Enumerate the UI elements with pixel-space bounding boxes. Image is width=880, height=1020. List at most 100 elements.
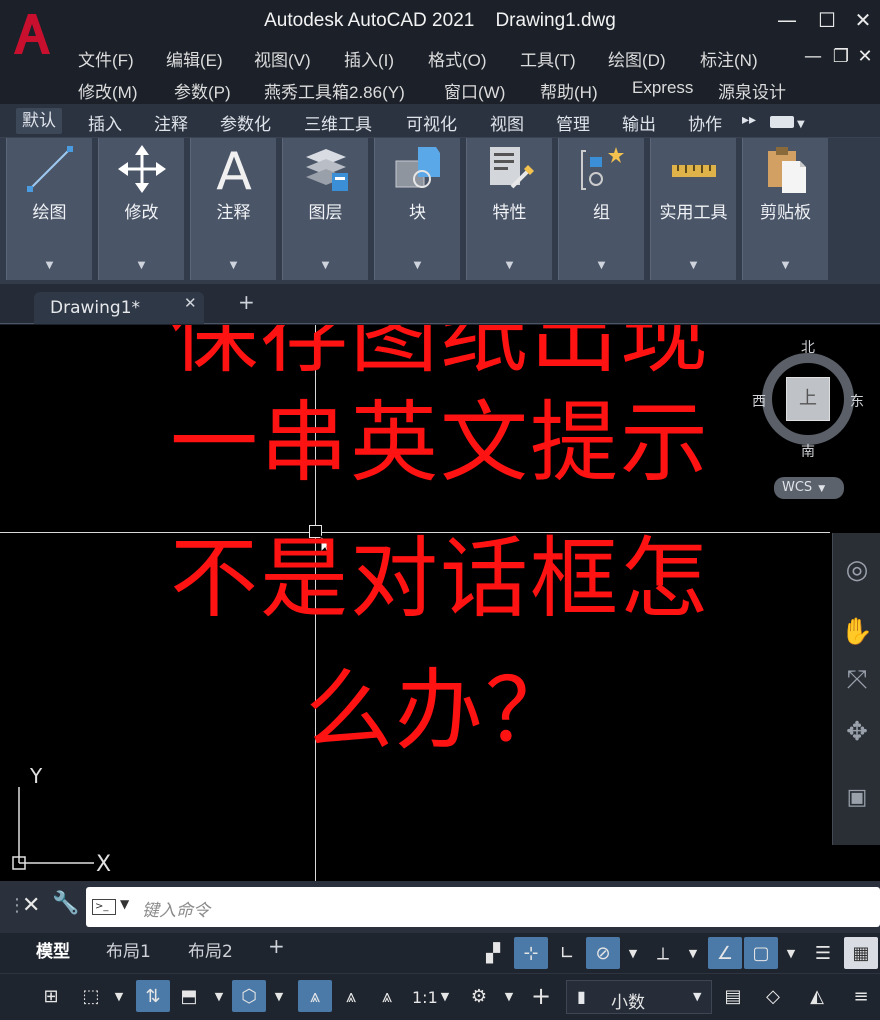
menu-draw[interactable]: 绘图(D) [608, 46, 666, 71]
chevron-down-icon[interactable]: ▼ [110, 980, 128, 1012]
chevron-down-icon[interactable]: ▼ [467, 260, 552, 271]
chevron-down-icon[interactable]: ▼ [624, 937, 642, 969]
layout-tab-layout1[interactable]: 布局1 [106, 937, 151, 962]
gizmo-icon[interactable]: ⬡ [232, 980, 266, 1012]
maximize-button[interactable]: ☐ [810, 8, 844, 32]
viewcube-top-face[interactable]: 上 [786, 377, 830, 421]
chevron-down-icon[interactable]: ▼ [684, 937, 702, 969]
panel-annotation[interactable]: A 注释 ▼ [190, 138, 276, 280]
panel-layers[interactable]: 图层 ▼ [282, 138, 368, 280]
polar-tracking-icon[interactable]: ∠ [708, 937, 742, 969]
menu-yanxiu-toolbox[interactable]: 燕秀工具箱2.86(Y) [264, 78, 405, 103]
viewcube-south[interactable]: 南 [801, 441, 815, 461]
menu-express[interactable]: Express [632, 78, 693, 98]
dynamic-input-icon[interactable]: ⊘ [586, 937, 620, 969]
close-icon[interactable]: ✕ [184, 294, 197, 312]
menu-edit[interactable]: 编辑(E) [166, 46, 223, 71]
viewcube-east[interactable]: 东 [850, 391, 864, 411]
units-selector[interactable]: ▮ 小数 ▼ [566, 980, 712, 1014]
command-input[interactable]: >_ ▼ 键入命令 [86, 887, 880, 927]
pan-icon[interactable]: ✋ [833, 617, 880, 647]
doc-minimize-button[interactable]: — [800, 46, 826, 67]
layout-tab-model[interactable]: 模型 [36, 937, 70, 962]
chevron-down-icon[interactable]: ▼ [782, 937, 800, 969]
panel-clipboard[interactable]: 剪贴板 ▼ [742, 138, 828, 280]
menu-window[interactable]: 窗口(W) [444, 78, 505, 103]
transparency-icon[interactable]: ▦ [844, 937, 878, 969]
doc-close-button[interactable]: ✕ [852, 46, 878, 67]
minimize-button[interactable]: — [770, 8, 804, 32]
chevron-down-icon[interactable]: ▼ [500, 980, 518, 1012]
panel-group[interactable]: 组 ▼ [558, 138, 644, 280]
object-snap-icon[interactable]: ▢ [744, 937, 778, 969]
model-space-icon[interactable]: ▞ [476, 937, 510, 969]
annotation-scale-icon[interactable]: ⩓ [370, 980, 404, 1012]
tab-3d-tools[interactable]: 三维工具 [304, 110, 372, 135]
chevron-down-icon[interactable]: ▼ [651, 260, 736, 271]
menu-format[interactable]: 格式(O) [428, 46, 487, 71]
doc-tab-drawing1[interactable]: Drawing1* [34, 292, 204, 324]
menu-help[interactable]: 帮助(H) [540, 78, 598, 103]
dynamic-ucs-icon[interactable]: ⇅ [136, 980, 170, 1012]
tab-parametric[interactable]: 参数化 [220, 110, 271, 135]
showmotion-icon[interactable]: ▣ [833, 785, 880, 810]
chevron-down-icon[interactable]: ▼ [120, 897, 129, 911]
annotation-visibility-icon[interactable]: ⩓ [298, 980, 332, 1012]
layout-tab-layout2[interactable]: 布局2 [188, 937, 233, 962]
chevron-down-icon[interactable]: ▼ [375, 260, 460, 271]
tab-visualize[interactable]: 可视化 [406, 110, 457, 135]
menu-view[interactable]: 视图(V) [254, 46, 311, 71]
auto-scale-icon[interactable]: ⩓ [334, 980, 368, 1012]
panel-block[interactable]: 块 ▼ [374, 138, 460, 280]
customization-menu-icon[interactable]: ≡ [844, 980, 878, 1012]
close-icon[interactable]: ✕ [22, 893, 40, 918]
menu-modify[interactable]: 修改(M) [78, 78, 137, 103]
ribbon-overflow-button[interactable]: ▸▸ [742, 112, 756, 128]
menu-dimension[interactable]: 标注(N) [700, 46, 758, 71]
tab-default[interactable]: 默认 [16, 108, 62, 134]
chevron-down-icon[interactable]: ▼ [191, 260, 276, 271]
tab-annotate[interactable]: 注释 [154, 110, 188, 135]
lineweight-icon[interactable]: ☰ [806, 937, 840, 969]
menu-file[interactable]: 文件(F) [78, 46, 134, 71]
graphics-performance-icon[interactable]: ◭ [800, 980, 834, 1012]
command-prompt-icon[interactable]: >_ [92, 899, 116, 915]
chevron-down-icon[interactable]: ▼ [436, 980, 454, 1012]
drawing-canvas[interactable]: 保存图纸出现 一串英文提示 不是对话框怎 么办？ 北 上 西 东 南 WCS ▼ … [0, 325, 880, 881]
tab-insert[interactable]: 插入 [88, 110, 122, 135]
zoom-extents-icon[interactable]: ⤧ [833, 665, 880, 696]
chevron-down-icon[interactable]: ▼ [99, 260, 184, 271]
menu-insert[interactable]: 插入(I) [344, 46, 394, 71]
new-tab-button[interactable]: + [238, 290, 255, 314]
menu-parametric[interactable]: 参数(P) [174, 78, 231, 103]
panel-properties[interactable]: 特性 ▼ [466, 138, 552, 280]
3d-osnap-icon[interactable]: ⬚ [74, 980, 108, 1012]
steering-wheel-icon[interactable]: ◎ [833, 555, 880, 585]
grid-snap-icon[interactable]: ⊹ [514, 937, 548, 969]
ortho-icon[interactable]: ⟂ [646, 937, 680, 969]
menu-tools[interactable]: 工具(T) [520, 46, 576, 71]
wrench-icon[interactable]: 🔧 [52, 891, 79, 916]
quick-properties-icon[interactable]: ▤ [716, 980, 750, 1012]
selection-filter-icon[interactable]: ⬒ [172, 980, 206, 1012]
isolate-objects-icon[interactable]: ◇ [756, 980, 790, 1012]
viewcube[interactable]: 北 上 西 东 南 WCS ▼ [752, 335, 864, 499]
wcs-menu[interactable]: WCS ▼ [774, 477, 844, 499]
chevron-down-icon[interactable]: ▼ [283, 260, 368, 271]
doc-restore-button[interactable]: ❐ [828, 46, 854, 67]
close-button[interactable]: ✕ [846, 8, 880, 32]
tab-view[interactable]: 视图 [490, 110, 524, 135]
infer-constraints-icon[interactable]: ∟ [550, 937, 584, 969]
tab-output[interactable]: 输出 [622, 110, 656, 135]
annotation-scale-value[interactable]: 1:1 [412, 988, 438, 1007]
chevron-down-icon[interactable]: ▼ [743, 260, 828, 271]
panel-draw[interactable]: 绘图 ▼ [6, 138, 92, 280]
orbit-icon[interactable]: ✥ [833, 717, 880, 747]
tab-manage[interactable]: 管理 [556, 110, 590, 135]
ribbon-minimize-dropdown[interactable]: ▼ [770, 112, 805, 132]
add-layout-button[interactable]: + [268, 934, 285, 958]
chevron-down-icon[interactable]: ▼ [270, 980, 288, 1012]
chevron-down-icon[interactable]: ▼ [210, 980, 228, 1012]
panel-utilities[interactable]: 实用工具 ▼ [650, 138, 736, 280]
tab-collaborate[interactable]: 协作 [688, 110, 722, 135]
